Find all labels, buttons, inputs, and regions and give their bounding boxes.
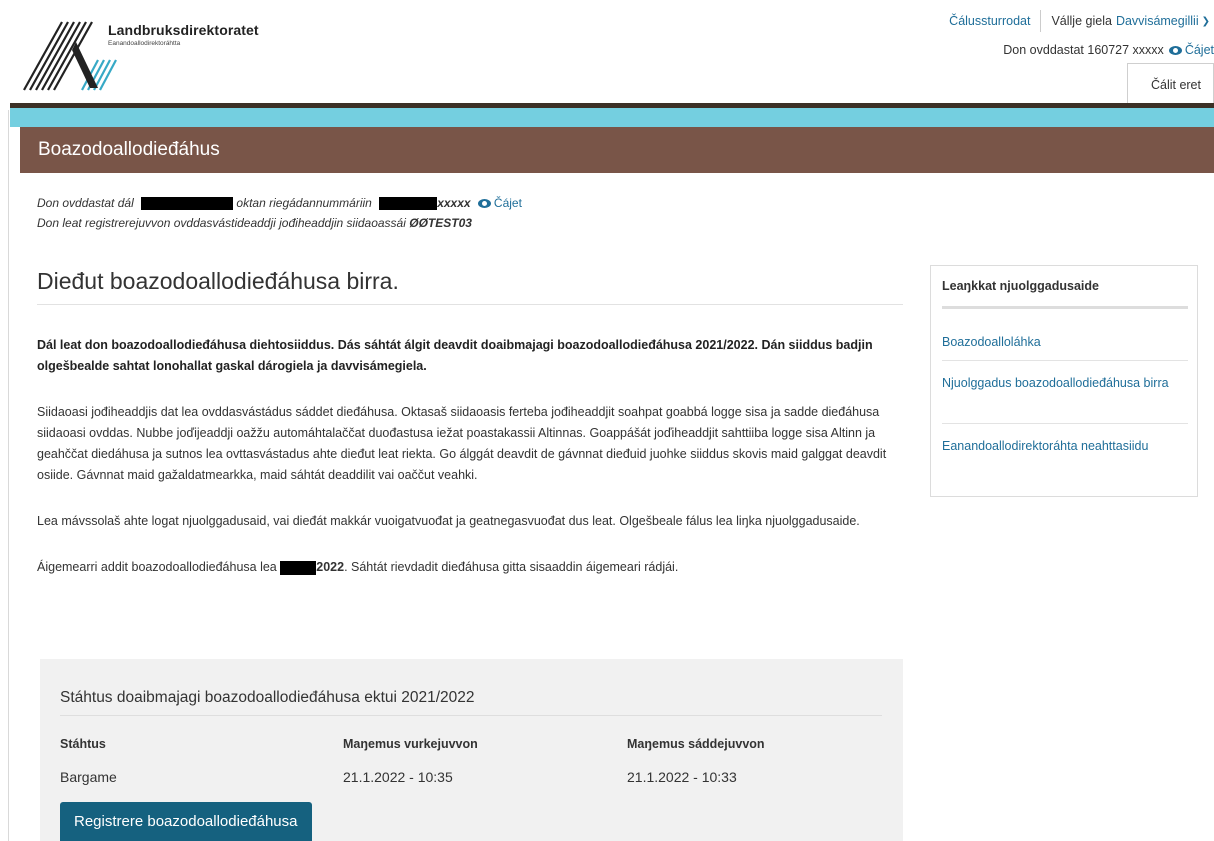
link-separator [942,423,1188,424]
saved-column-header: Maŋemus vurkejuvvon [343,737,478,751]
status-title: Stáhtus doaibmajagi boazodoallodieđáhusa… [60,689,882,716]
deadline-prefix: Áigemearri addit boazodoallodieđáhusa le… [37,560,277,574]
register-report-button[interactable]: Registrere boazodoallodieđáhusa [60,802,312,841]
show-owner-number-link[interactable]: Čájet [494,196,522,210]
link-separator [942,360,1188,361]
logo-title: Landbruksdirektoratet [108,22,259,38]
left-frame-edge [0,110,9,841]
status-panel: Stáhtus doaibmajagi boazodoallodieđáhusa… [40,659,903,841]
logo-mark-icon [23,21,117,91]
saved-timestamp: 21.1.2022 - 10:35 [343,769,453,785]
reindeer-act-link[interactable]: Boazodoalloláhka [942,332,1188,352]
language-label: Vállje giela [1051,14,1112,28]
owner-line-1: Don ovddastat dál oktan riegádannummárii… [37,193,522,213]
sent-column-header: Maŋemus sáddejuvvon [627,737,765,751]
represented-user: Don ovddastat 160727 xxxxx Čájet [1003,43,1214,57]
eye-icon[interactable] [1168,45,1182,55]
top-utility-bar: Čálussturrodat Vállje giela Davvisámegil… [939,10,1214,32]
represented-user-text: Don ovddastat 160727 xxxxx [1003,43,1164,57]
font-size-link[interactable]: Čálussturrodat [939,14,1040,28]
instructions-paragraph: Siidaoasi jođiheaddjis dat lea ovddasvás… [37,405,887,482]
accent-stripe [10,108,1214,127]
owner-line-2-text: Don leat registrerejuvvon ovddasvástidea… [37,216,406,230]
deadline-suffix: . Sáhtát rievdadit dieđáhusa gitta sisaa… [344,560,679,574]
rules-links-divider [942,306,1188,309]
intro-paragraph: Dál leat don boazodoallodieđáhusa diehto… [37,338,873,373]
report-regulation-link[interactable]: Njuolggadus boazodoallodieđáhusa birra [942,373,1188,393]
siida-code: ØØTEST03 [409,216,472,230]
masked-number: xxxxx [437,196,471,210]
page-heading: Dieđut boazodoallodieđáhusa birra. [37,268,903,305]
main-content: Dieđut boazodoallodieđáhusa birra. Dál l… [37,268,903,578]
logo-subtitle: Eanandoallodirektoráhtta [108,40,181,47]
deadline-paragraph: Áigemearri addit boazodoallodieđáhusa le… [37,557,903,578]
redacted-number [379,197,438,211]
show-number-link[interactable]: Čájet [1185,43,1214,57]
sent-timestamp: 21.1.2022 - 10:33 [627,769,737,785]
status-column-header: Stáhtus [60,737,106,751]
language-select[interactable]: Davvisámegillii [1116,14,1199,28]
chevron-down-icon[interactable]: ❯ [1199,16,1214,27]
directorate-website-link[interactable]: Eanandoallodirektoráhta neahttasiidu [942,436,1188,456]
redacted-name [141,197,234,211]
eye-icon[interactable] [477,199,491,209]
site-header: Landbruksdirektoratet Eanandoallodirekto… [0,0,1214,105]
owner-line-2: Don leat registrerejuvvon ovddasvástidea… [37,213,522,233]
owner-line-1-prefix: Don ovddastat dál [37,196,134,210]
status-value: Bargame [60,769,117,785]
deadline-year: 2022 [316,560,345,574]
logout-button[interactable]: Čálit eret [1127,63,1214,105]
redacted-date [280,560,317,575]
rules-paragraph: Lea mávssolaš ahte logat njuolggadusaid,… [37,514,860,528]
owner-line-1-mid: oktan riegádannummáriin [236,196,372,210]
owner-info: Don ovddastat dál oktan riegádannummárii… [37,193,522,233]
page-title-banner: Boazodoallodieđáhus [20,127,1214,173]
rules-links-panel: Leaŋkkat njuolggadusaide Boazodoalloláhk… [930,265,1198,497]
rules-links-title: Leaŋkkat njuolggadusaide [942,279,1099,293]
